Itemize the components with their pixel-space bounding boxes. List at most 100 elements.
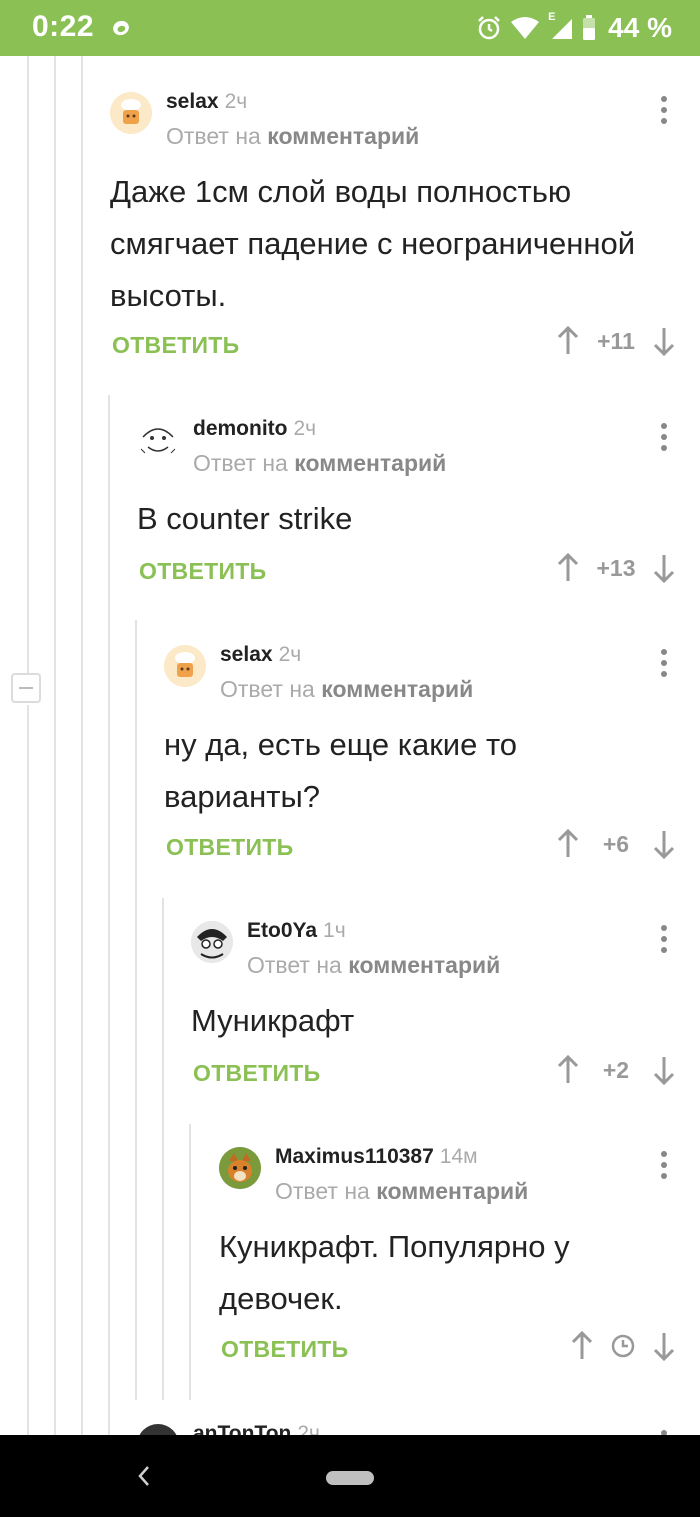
reply-target-link[interactable]: комментарий <box>376 1178 528 1204</box>
alarm-icon <box>478 16 501 40</box>
reply-target-link[interactable]: комментарий <box>267 123 419 149</box>
reply-to: Ответ на комментарий <box>275 1178 528 1205</box>
comment-time: 14м <box>439 1145 478 1168</box>
comment-text: ну да, есть еще какие то варианты? <box>164 727 518 814</box>
thread-line <box>135 620 137 1400</box>
comment-time: 2ч <box>293 417 317 440</box>
downvote-arrow-icon[interactable] <box>652 326 676 356</box>
reply-button[interactable]: ОТВЕТИТЬ <box>166 834 293 861</box>
vote-controls: +2 <box>556 1055 676 1085</box>
thread-line <box>27 56 29 673</box>
cell-signal-icon: E <box>548 11 574 41</box>
username[interactable]: selax 2ч <box>166 90 247 114</box>
comment: selax 2ч Ответ на комментарий ну да, есть… <box>164 643 690 875</box>
reply-button[interactable]: ОТВЕТИТЬ <box>139 558 266 585</box>
vote-controls: +11 <box>556 326 676 356</box>
comment-time: 2ч <box>297 1422 320 1435</box>
face-sketch-avatar-icon <box>138 420 178 460</box>
thread-line <box>189 1124 191 1400</box>
username[interactable]: Maximus110387 14м <box>275 1145 478 1169</box>
upvote-arrow-icon[interactable] <box>556 829 580 859</box>
username-label[interactable]: demonito <box>193 417 288 440</box>
reply-target-link[interactable]: комментарий <box>321 676 473 702</box>
comment: selax 2ч Ответ на комментарий Даже 1см сл… <box>110 90 690 372</box>
upvote-arrow-icon[interactable] <box>570 1331 594 1361</box>
home-pill-button[interactable] <box>326 1471 374 1485</box>
chef-avatar-icon <box>164 645 206 687</box>
fox-avatar-icon <box>219 1147 261 1189</box>
downvote-arrow-icon[interactable] <box>652 553 676 583</box>
battery-icon <box>583 15 596 40</box>
downvote-arrow-icon[interactable] <box>652 1331 676 1361</box>
navigation-bar <box>0 1435 700 1517</box>
username-label[interactable]: selax <box>220 643 273 666</box>
avatar[interactable] <box>137 419 179 461</box>
reply-button[interactable]: ОТВЕТИТЬ <box>193 1060 320 1087</box>
battery-percentage: 44 % <box>608 12 672 43</box>
username[interactable]: Eto0Ya 1ч <box>247 919 346 943</box>
comment-text: Даже 1см слой воды полностью смягчает па… <box>110 174 636 313</box>
more-menu-icon[interactable] <box>660 423 668 451</box>
collapse-thread-button[interactable] <box>11 673 41 703</box>
username[interactable]: demonito 2ч <box>193 417 316 441</box>
wifi-icon <box>511 17 540 39</box>
reply-to: Ответ на комментарий <box>247 952 500 979</box>
reply-prefix: Ответ на <box>193 450 288 476</box>
comment-text: Муникрафт <box>191 1003 355 1038</box>
vote-controls: +6 <box>556 829 676 859</box>
thread-line <box>27 705 29 1435</box>
comment-time: 2ч <box>224 90 248 113</box>
username-label[interactable]: anTonTon <box>193 1422 291 1435</box>
comment: Eto0Ya 1ч Ответ на комментарий Муникрафт … <box>191 919 690 1101</box>
more-menu-icon[interactable] <box>660 1151 668 1179</box>
username[interactable]: selax 2ч <box>220 643 301 667</box>
upvote-arrow-icon[interactable] <box>556 326 580 356</box>
vote-controls <box>570 1331 676 1361</box>
username-label[interactable]: selax <box>166 90 219 113</box>
status-time: 0:22 <box>32 10 95 43</box>
chef-avatar-icon <box>110 92 152 134</box>
more-menu-icon[interactable] <box>660 925 668 953</box>
vote-score: +11 <box>597 327 635 354</box>
status-bar: 0:22 E 44 % <box>0 0 700 56</box>
reply-to: Ответ на комментарий <box>193 450 446 477</box>
vote-controls: +13 <box>556 553 676 583</box>
comment-text: Куникрафт. Популярно у девочек. <box>219 1229 570 1316</box>
comment: anTonTon 2ч <box>137 1420 690 1435</box>
more-menu-icon[interactable] <box>660 649 668 677</box>
more-menu-icon[interactable] <box>660 96 668 124</box>
username[interactable]: anTonTon 2ч <box>193 1422 320 1435</box>
upvote-arrow-icon[interactable] <box>556 1055 580 1085</box>
username-label[interactable]: Maximus110387 <box>275 1145 434 1168</box>
vote-score: +13 <box>596 554 636 581</box>
avatar[interactable] <box>219 1147 261 1189</box>
notification-app-icon <box>113 20 129 36</box>
reply-target-link[interactable]: комментарий <box>294 450 446 476</box>
username-label[interactable]: Eto0Ya <box>247 919 317 942</box>
thread-line <box>54 56 56 1435</box>
comment-time: 1ч <box>323 919 346 942</box>
comment-text: В counter strike <box>137 501 353 536</box>
vote-score: +6 <box>602 830 630 857</box>
avatar[interactable] <box>137 1424 179 1435</box>
back-icon[interactable] <box>136 1463 152 1489</box>
downvote-arrow-icon[interactable] <box>652 1055 676 1085</box>
reply-prefix: Ответ на <box>247 952 342 978</box>
avatar[interactable] <box>191 921 233 963</box>
vote-score: +2 <box>602 1056 630 1083</box>
clock-icon <box>611 1334 635 1358</box>
bw-character-avatar-icon <box>191 921 233 963</box>
reply-to: Ответ на комментарий <box>220 676 473 703</box>
reply-prefix: Ответ на <box>275 1178 370 1204</box>
avatar[interactable] <box>110 92 152 134</box>
downvote-arrow-icon[interactable] <box>652 829 676 859</box>
comment: Maximus110387 14м Ответ на комментарий Ку… <box>219 1145 690 1377</box>
reply-prefix: Ответ на <box>166 123 261 149</box>
comment-time: 2ч <box>278 643 302 666</box>
reply-target-link[interactable]: комментарий <box>348 952 500 978</box>
reply-button[interactable]: ОТВЕТИТЬ <box>112 332 239 359</box>
thread-line <box>81 56 83 1435</box>
upvote-arrow-icon[interactable] <box>556 553 580 583</box>
avatar[interactable] <box>164 645 206 687</box>
reply-button[interactable]: ОТВЕТИТЬ <box>221 1336 348 1363</box>
